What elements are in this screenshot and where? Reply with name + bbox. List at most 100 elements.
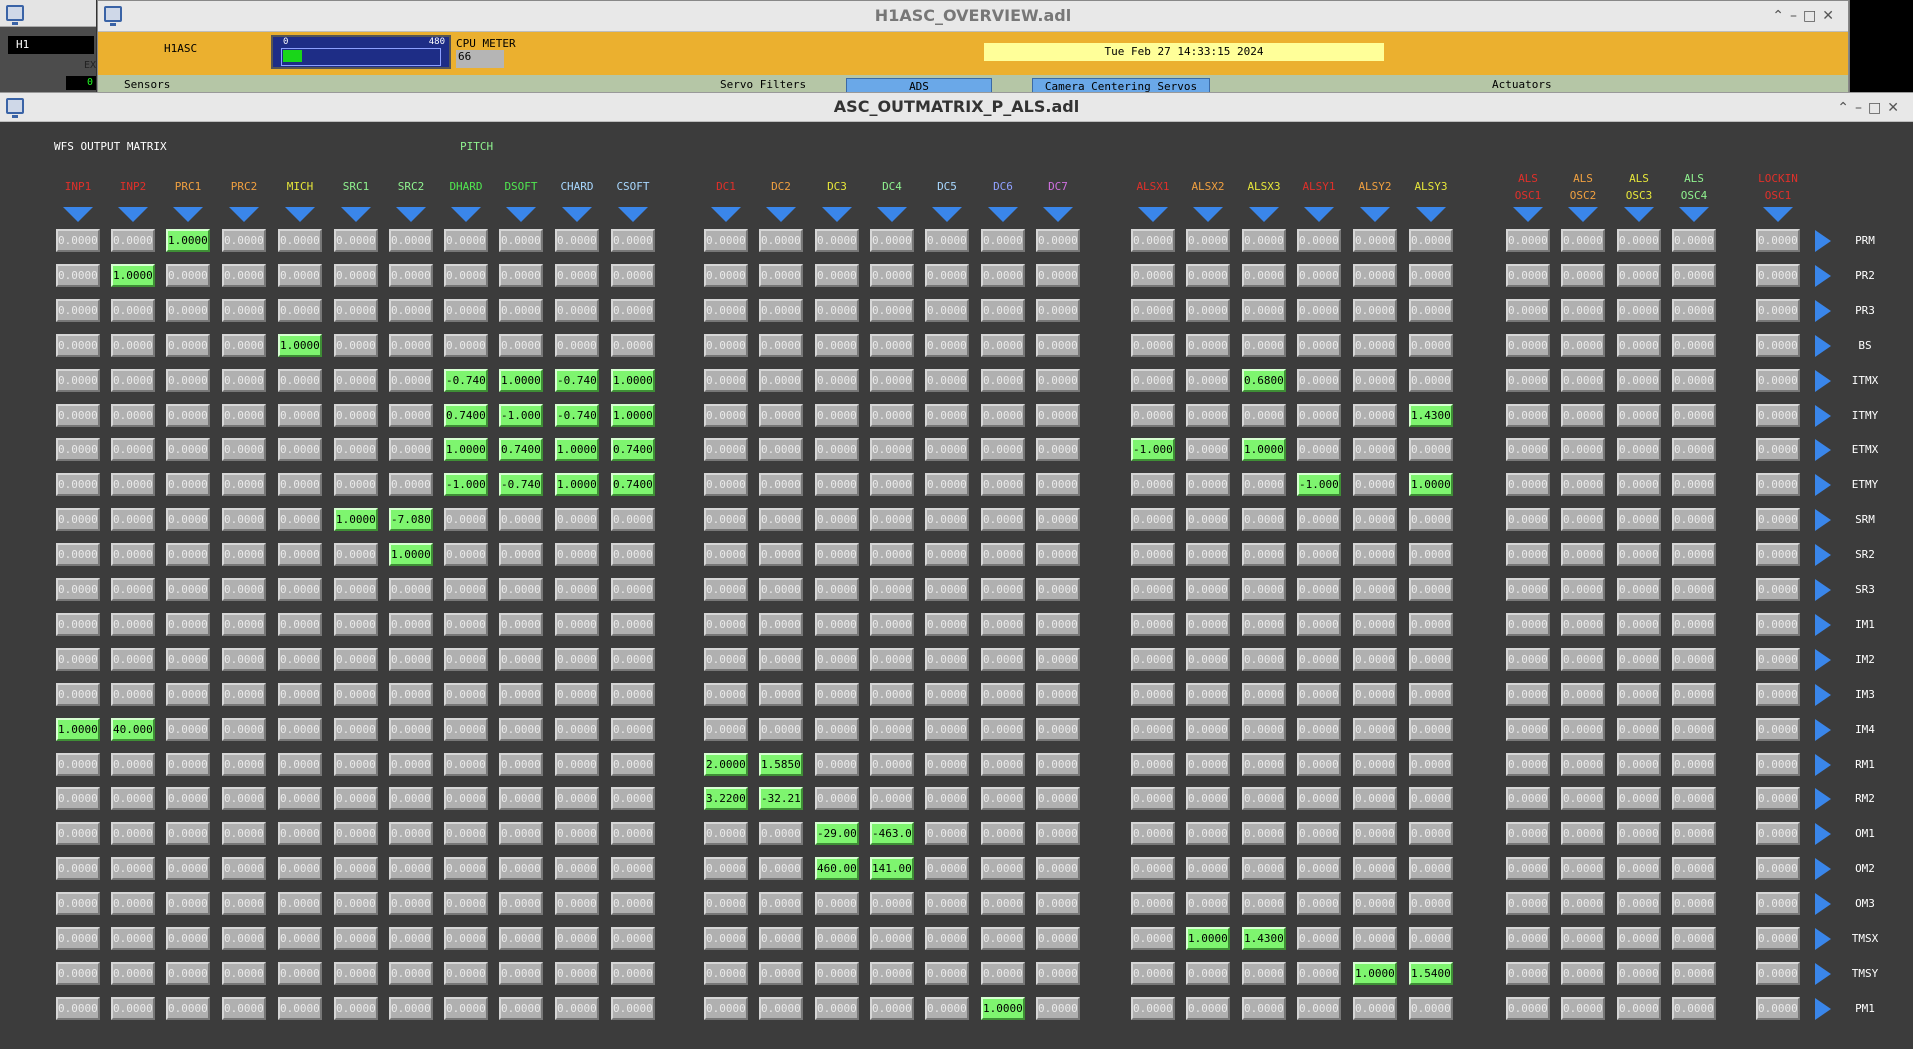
matrix-cell[interactable]: 0.00000: [166, 508, 210, 531]
matrix-cell[interactable]: 0.00000: [1506, 718, 1550, 741]
matrix-cell[interactable]: 0.00000: [611, 787, 655, 810]
matrix-cell[interactable]: 0.00000: [981, 264, 1025, 287]
matrix-cell[interactable]: 0.00000: [222, 543, 266, 566]
matrix-cell[interactable]: 0.00000: [1186, 264, 1230, 287]
column-arrow-icon[interactable]: [1624, 207, 1654, 222]
matrix-cell[interactable]: 0.00000: [166, 718, 210, 741]
row-arrow-icon[interactable]: [1815, 509, 1831, 531]
matrix-cell[interactable]: 0.00000: [1756, 578, 1800, 601]
matrix-cell-active[interactable]: 1.00000: [611, 404, 655, 427]
matrix-cell[interactable]: 0.00000: [1409, 822, 1453, 845]
matrix-cell-active[interactable]: 1.00000: [1186, 927, 1230, 950]
matrix-cell[interactable]: 0.00000: [759, 822, 803, 845]
matrix-cell[interactable]: 0.00000: [611, 334, 655, 357]
matrix-cell[interactable]: 0.00000: [444, 892, 488, 915]
matrix-cell[interactable]: 0.00000: [1131, 229, 1175, 252]
column-arrow-icon[interactable]: [1679, 207, 1709, 222]
matrix-cell[interactable]: 0.00000: [1561, 822, 1605, 845]
matrix-cell[interactable]: 0.00000: [555, 997, 599, 1020]
matrix-cell[interactable]: 0.00000: [1672, 543, 1716, 566]
matrix-cell[interactable]: 0.00000: [222, 997, 266, 1020]
matrix-cell[interactable]: 0.00000: [1036, 962, 1080, 985]
matrix-cell[interactable]: 0.00000: [1297, 438, 1341, 461]
matrix-cell[interactable]: 0.00000: [278, 927, 322, 950]
matrix-cell[interactable]: 0.00000: [278, 404, 322, 427]
matrix-cell[interactable]: 0.00000: [611, 962, 655, 985]
matrix-cell[interactable]: 0.00000: [704, 299, 748, 322]
matrix-cell[interactable]: 0.00000: [759, 962, 803, 985]
matrix-cell[interactable]: 0.00000: [1353, 404, 1397, 427]
matrix-cell-active[interactable]: -1.0000: [499, 404, 543, 427]
matrix-cell[interactable]: 0.00000: [1036, 613, 1080, 636]
matrix-cell[interactable]: 0.00000: [278, 822, 322, 845]
row-arrow-icon[interactable]: [1815, 544, 1831, 566]
matrix-cell[interactable]: 0.00000: [870, 334, 914, 357]
matrix-cell[interactable]: 0.00000: [555, 683, 599, 706]
matrix-cell[interactable]: 0.00000: [1242, 404, 1286, 427]
matrix-cell[interactable]: 0.00000: [1131, 264, 1175, 287]
matrix-cell[interactable]: 0.00000: [611, 892, 655, 915]
matrix-cell[interactable]: 0.00000: [56, 822, 100, 845]
matrix-cell[interactable]: 0.00000: [111, 997, 155, 1020]
matrix-cell[interactable]: 0.00000: [1756, 404, 1800, 427]
matrix-cell[interactable]: 0.00000: [166, 299, 210, 322]
matrix-cell[interactable]: 0.00000: [56, 578, 100, 601]
matrix-cell[interactable]: 0.00000: [870, 613, 914, 636]
matrix-cell[interactable]: 0.00000: [555, 508, 599, 531]
matrix-cell[interactable]: 0.00000: [1409, 299, 1453, 322]
matrix-cell[interactable]: 0.00000: [389, 334, 433, 357]
matrix-cell[interactable]: 0.00000: [389, 962, 433, 985]
matrix-cell[interactable]: 0.00000: [389, 229, 433, 252]
matrix-cell[interactable]: 0.00000: [1409, 683, 1453, 706]
matrix-cell[interactable]: 0.00000: [870, 578, 914, 601]
matrix-cell[interactable]: 0.00000: [1561, 299, 1605, 322]
matrix-cell[interactable]: 0.00000: [1672, 438, 1716, 461]
matrix-cell[interactable]: 0.00000: [499, 822, 543, 845]
matrix-cell[interactable]: 0.00000: [1297, 543, 1341, 566]
matrix-cell[interactable]: 0.00000: [704, 613, 748, 636]
matrix-cell[interactable]: 0.00000: [222, 927, 266, 950]
matrix-cell[interactable]: 0.00000: [1756, 334, 1800, 357]
matrix-cell[interactable]: 0.00000: [1353, 787, 1397, 810]
matrix-cell[interactable]: 0.00000: [166, 683, 210, 706]
matrix-cell[interactable]: 0.00000: [1353, 473, 1397, 496]
matrix-cell[interactable]: 0.00000: [1756, 229, 1800, 252]
matrix-cell[interactable]: 0.00000: [611, 229, 655, 252]
matrix-cell[interactable]: 0.00000: [555, 857, 599, 880]
matrix-cell[interactable]: 0.00000: [334, 578, 378, 601]
matrix-cell[interactable]: 0.00000: [1036, 334, 1080, 357]
matrix-cell[interactable]: 0.00000: [56, 857, 100, 880]
matrix-cell[interactable]: 0.00000: [166, 473, 210, 496]
matrix-cell[interactable]: 0.00000: [1131, 508, 1175, 531]
matrix-cell[interactable]: 0.00000: [815, 927, 859, 950]
matrix-cell[interactable]: 0.00000: [389, 369, 433, 392]
row-arrow-icon[interactable]: [1815, 788, 1831, 810]
row-arrow-icon[interactable]: [1815, 300, 1831, 322]
matrix-cell[interactable]: 0.00000: [1242, 508, 1286, 531]
matrix-cell[interactable]: 0.00000: [1409, 369, 1453, 392]
matrix-cell[interactable]: 0.00000: [870, 229, 914, 252]
matrix-cell[interactable]: 0.00000: [925, 613, 969, 636]
matrix-cell[interactable]: 0.00000: [1036, 543, 1080, 566]
column-arrow-icon[interactable]: [118, 207, 148, 222]
matrix-cell[interactable]: 0.00000: [1131, 683, 1175, 706]
matrix-cell[interactable]: 0.00000: [1409, 927, 1453, 950]
matrix-cell[interactable]: 0.00000: [815, 997, 859, 1020]
column-arrow-icon[interactable]: [1304, 207, 1334, 222]
matrix-cell[interactable]: 0.00000: [611, 578, 655, 601]
matrix-cell[interactable]: 0.00000: [1409, 334, 1453, 357]
matrix-cell[interactable]: 0.00000: [925, 543, 969, 566]
matrix-cell[interactable]: 0.00000: [925, 229, 969, 252]
matrix-cell[interactable]: 0.00000: [278, 718, 322, 741]
matrix-cell[interactable]: 0.00000: [981, 962, 1025, 985]
matrix-cell[interactable]: 0.00000: [1672, 613, 1716, 636]
matrix-cell[interactable]: 0.00000: [1131, 753, 1175, 776]
matrix-cell[interactable]: 0.00000: [870, 718, 914, 741]
column-arrow-icon[interactable]: [396, 207, 426, 222]
matrix-cell-active[interactable]: 1.00000: [1409, 473, 1453, 496]
matrix-cell[interactable]: 0.00000: [704, 578, 748, 601]
matrix-cell[interactable]: 0.00000: [704, 264, 748, 287]
matrix-cell[interactable]: 0.00000: [1672, 264, 1716, 287]
matrix-cell[interactable]: 0.00000: [111, 927, 155, 950]
matrix-cell[interactable]: 0.00000: [925, 822, 969, 845]
